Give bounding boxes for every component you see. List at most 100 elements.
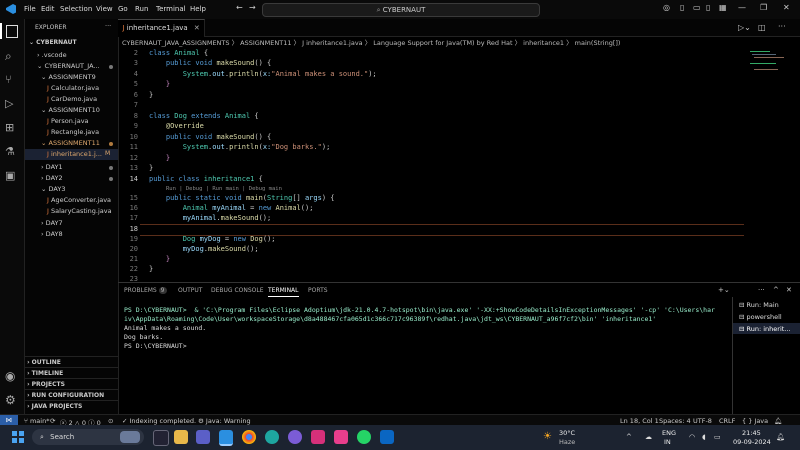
customize-layout-icon[interactable]: ▦ — [719, 3, 727, 12]
maximize-icon[interactable]: ❐ — [760, 3, 767, 12]
tree-item-assignment9[interactable]: ⌄ ASSIGNMENT9 — [41, 73, 96, 81]
search-sidebar-icon[interactable]: ⌕ — [5, 49, 19, 63]
tab-debug-console[interactable]: DEBUG CONSOLE — [211, 287, 264, 294]
branch-indicator[interactable]: ⑂ main* — [24, 417, 49, 425]
menu-edit[interactable]: Edit — [41, 5, 55, 13]
tab-terminal[interactable]: TERMINAL — [268, 287, 299, 297]
extensions-icon[interactable]: ⊞ — [5, 121, 19, 135]
tree-item-calculator[interactable]: J Calculator.java — [47, 84, 99, 92]
tab-ports[interactable]: PORTS — [308, 287, 328, 294]
taskbar-search-input[interactable]: ⌕ Search — [32, 429, 144, 445]
toggle-sidebar-icon[interactable]: ▯ — [680, 3, 684, 12]
new-terminal-icon[interactable]: +⌄ — [718, 286, 730, 294]
menu-go[interactable]: Go — [118, 5, 128, 13]
tree-item-day1[interactable]: › DAY1 — [41, 163, 63, 171]
command-search-input[interactable]: ⌕ CYBERNAUT — [262, 3, 540, 17]
battery-icon[interactable]: ▭ — [714, 433, 721, 441]
terminal-powershell[interactable]: ⊟ powershell — [739, 313, 782, 321]
notifications-bell-icon[interactable]: 🔔︎ — [774, 417, 782, 425]
maximize-panel-icon[interactable]: ^ — [773, 286, 779, 294]
panel-more-icon[interactable]: ··· — [758, 286, 765, 294]
tab-inheritance1[interactable]: J inheritance1.java ✕ — [118, 19, 205, 37]
more-actions-icon[interactable]: ··· — [105, 22, 111, 30]
minimap[interactable] — [746, 49, 800, 109]
menu-selection[interactable]: Selection — [60, 5, 92, 13]
tab-output[interactable]: OUTPUT — [178, 287, 202, 294]
whatsapp-icon[interactable] — [357, 430, 371, 444]
tree-item-ageconverter[interactable]: J AgeConverter.java — [47, 196, 111, 204]
clock-time[interactable]: 21:45 — [742, 429, 761, 437]
split-editor-icon[interactable]: ◫ — [758, 23, 766, 32]
file-explorer-icon[interactable] — [174, 430, 188, 444]
language-indicator-1[interactable]: ENG — [662, 429, 676, 437]
account-icon[interactable]: ◉ — [5, 369, 19, 383]
tree-item-assignment11[interactable]: ⌄ ASSIGNMENT11 — [41, 139, 100, 147]
sync-icon[interactable]: ⟳ — [50, 417, 55, 425]
tree-item-day7[interactable]: › DAY7 — [41, 219, 63, 227]
remote-explorer-icon[interactable]: ▣ — [5, 169, 19, 183]
terminal-run-inheritance[interactable]: ⊟ Run: inherit... — [739, 325, 791, 333]
language-mode[interactable]: { } Java — [742, 417, 768, 425]
tree-item-assignment10[interactable]: ⌄ ASSIGNMENT10 — [41, 106, 100, 114]
tree-item-cybernaut-ja[interactable]: ⌄ CYBERNAUT_JA... — [37, 62, 100, 70]
tree-item-day3[interactable]: ⌄ DAY3 — [41, 185, 65, 193]
close-icon[interactable]: ✕ — [783, 3, 790, 12]
code-editor[interactable]: 2 3 4 5 6 7 8 9 10 11 12 13 14 15 16 17 … — [118, 49, 746, 283]
tray-chevron-icon[interactable]: ^ — [626, 433, 632, 441]
encoding[interactable]: UTF-8 — [693, 417, 712, 425]
settings-gear-icon[interactable]: ⚙ — [5, 393, 19, 407]
run-java-icon[interactable]: ▷⌄ — [738, 23, 751, 32]
testing-icon[interactable]: ⚗ — [5, 145, 19, 159]
indexing-status[interactable]: ✓ Indexing completed. — [122, 417, 196, 425]
copilot-icon[interactable]: ◎ — [663, 3, 670, 12]
java-status[interactable]: ⚙ Java: Warning — [198, 417, 251, 425]
windows-start-icon[interactable] — [12, 431, 24, 443]
tree-item-rectangle[interactable]: J Rectangle.java — [47, 128, 99, 136]
ports-icon[interactable]: ⊙ — [108, 417, 113, 425]
instagram-icon[interactable] — [311, 430, 325, 444]
chrome-icon[interactable] — [242, 430, 256, 444]
section-java-projects[interactable]: › JAVA PROJECTS — [25, 400, 118, 412]
tree-item-day8[interactable]: › DAY8 — [41, 230, 63, 238]
linkedin-icon[interactable] — [380, 430, 394, 444]
toggle-panel-icon[interactable]: ▭ — [693, 3, 701, 12]
close-panel-icon[interactable]: ✕ — [786, 286, 792, 294]
edge-icon[interactable] — [265, 430, 279, 444]
workspace-root[interactable]: ⌄ CYBERNAUT — [29, 39, 77, 46]
tree-item-cardemo[interactable]: J CarDemo.java — [47, 95, 97, 103]
onedrive-icon[interactable]: ☁ — [645, 433, 652, 441]
menu-run[interactable]: Run — [135, 5, 148, 13]
indentation[interactable]: Spaces: 4 — [659, 417, 691, 425]
app-icon[interactable] — [334, 430, 348, 444]
tree-item-vscode[interactable]: › .vscode — [37, 51, 67, 59]
tree-item-day2[interactable]: › DAY2 — [41, 174, 63, 182]
source-control-icon[interactable]: ⑂ — [5, 73, 19, 87]
tree-item-inheritance1[interactable]: J inheritance1.j... — [47, 150, 102, 158]
line-ending[interactable]: CRLF — [719, 417, 735, 425]
tree-item-salarycasting[interactable]: J SalaryCasting.java — [47, 207, 112, 215]
run-debug-icon[interactable]: ▷ — [5, 97, 19, 111]
menu-help[interactable]: Help — [190, 5, 206, 13]
breadcrumb[interactable]: CYBERNAUT_JAVA_ASSIGNMENTS 〉 ASSIGNMENT1… — [118, 37, 800, 48]
tab-problems[interactable]: PROBLEMS 9 — [124, 287, 167, 294]
tree-item-person[interactable]: J Person.java — [47, 117, 89, 125]
menu-terminal[interactable]: Terminal — [156, 5, 186, 13]
forward-arrow-icon[interactable]: → — [249, 3, 256, 12]
notification-icon[interactable]: 🔔︎ — [776, 433, 785, 441]
minimize-icon[interactable]: — — [738, 3, 746, 12]
teams-icon[interactable] — [196, 430, 210, 444]
wifi-icon[interactable]: ◠ — [689, 433, 695, 441]
menu-file[interactable]: File — [24, 5, 36, 13]
task-view-icon[interactable] — [153, 430, 169, 446]
vscode-taskbar-icon[interactable] — [219, 430, 233, 446]
cursor-position[interactable]: Ln 18, Col 1 — [620, 417, 659, 425]
back-arrow-icon[interactable]: ← — [236, 3, 243, 12]
weather-temp[interactable]: 30°C — [559, 429, 575, 437]
explorer-icon[interactable] — [6, 25, 18, 38]
menu-view[interactable]: View — [96, 5, 113, 13]
editor-more-icon[interactable]: ··· — [778, 22, 786, 31]
messenger-icon[interactable] — [288, 430, 302, 444]
toggle-secondary-sidebar-icon[interactable]: ▯ — [706, 3, 710, 12]
tab-close-icon[interactable]: ✕ — [194, 24, 200, 32]
terminal-run-main[interactable]: ⊟ Run: Main — [739, 301, 779, 309]
